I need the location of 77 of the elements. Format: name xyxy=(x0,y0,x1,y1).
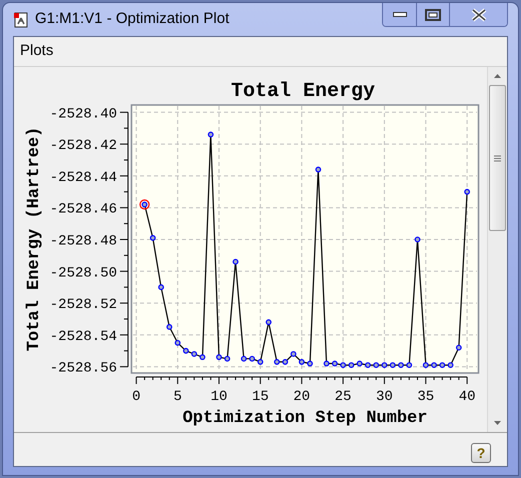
help-button[interactable]: ? xyxy=(471,443,491,463)
data-point xyxy=(191,351,198,357)
axis-tick-label: 15 xyxy=(252,389,269,405)
data-point xyxy=(257,359,264,365)
data-point xyxy=(439,362,446,368)
start-point-ring xyxy=(139,199,150,210)
data-point xyxy=(224,356,230,362)
grip-icon xyxy=(494,154,500,162)
axis-tick-label: 10 xyxy=(210,389,228,405)
data-point xyxy=(382,362,388,368)
axis-tick-label: -2528.42 xyxy=(50,138,117,154)
axis-tick-label: -2528.44 xyxy=(50,170,117,186)
axis-tick-label: -2528.52 xyxy=(50,297,117,314)
axis-tick-label: 25 xyxy=(334,389,352,405)
data-point xyxy=(414,236,420,242)
data-point xyxy=(448,362,454,368)
maximize-button[interactable] xyxy=(417,3,450,26)
axis-tick-label: 5 xyxy=(173,389,182,405)
data-point xyxy=(422,362,429,368)
data-point xyxy=(208,132,214,138)
axis-tick-label: 0 xyxy=(132,389,140,405)
data-point xyxy=(232,258,238,265)
axis-tick-label: -2528.54 xyxy=(50,328,117,345)
data-point xyxy=(240,356,247,362)
data-point xyxy=(249,356,255,362)
axis-tick-label: 20 xyxy=(293,389,310,405)
y-axis-title: Total Energy (Hartree) xyxy=(25,126,44,352)
close-button[interactable] xyxy=(450,3,507,26)
data-point xyxy=(282,359,288,365)
data-point xyxy=(340,362,346,368)
menu-item[interactable]: Plots xyxy=(18,40,56,63)
data-point xyxy=(390,362,396,368)
minimize-button[interactable] xyxy=(383,3,417,26)
axis-tick-label: -2528.40 xyxy=(50,106,117,122)
data-point xyxy=(464,188,470,195)
data-point xyxy=(142,202,148,208)
x-axis-title: Optimization Step Number xyxy=(182,409,428,428)
data-point xyxy=(200,354,206,360)
scrollbar-thumb[interactable] xyxy=(488,85,506,231)
data-point xyxy=(183,348,189,354)
axis-tick-label: 35 xyxy=(417,389,434,405)
axis-tick-label: -2528.48 xyxy=(50,234,117,250)
data-point xyxy=(266,319,272,326)
data-point xyxy=(315,166,322,172)
axis-tick-label: -2528.56 xyxy=(50,360,117,377)
axis-tick-label: 40 xyxy=(458,389,476,405)
data-point xyxy=(373,362,380,368)
scroll-up-icon xyxy=(494,74,500,78)
data-point xyxy=(364,362,371,368)
data-point xyxy=(158,284,164,290)
data-point xyxy=(406,362,412,368)
app-icon xyxy=(13,12,29,28)
data-point xyxy=(298,359,305,365)
data-point xyxy=(398,362,404,368)
window-title: G1:M1:V1 - Optimization Plot xyxy=(35,9,230,30)
data-point xyxy=(324,360,330,366)
axis-tick-label: -2528.50 xyxy=(50,265,117,282)
data-point xyxy=(216,354,222,360)
data-point xyxy=(356,360,362,366)
scroll-down-icon xyxy=(494,421,500,425)
data-point xyxy=(150,235,156,241)
axis-tick-label: 30 xyxy=(376,389,393,405)
chart-title: Total Energy xyxy=(230,80,376,103)
data-point xyxy=(274,359,280,365)
minimize-icon xyxy=(392,12,406,18)
data-point xyxy=(332,360,338,366)
data-point xyxy=(174,340,181,346)
data-point xyxy=(348,362,354,368)
data-point xyxy=(456,344,462,351)
data-point xyxy=(290,351,296,357)
vertical-scrollbar[interactable] xyxy=(487,67,506,432)
axis-tick-label: -2528.46 xyxy=(50,202,117,218)
maximize-icon xyxy=(425,8,441,20)
data-point xyxy=(307,360,313,366)
data-point xyxy=(431,362,437,368)
data-point xyxy=(166,324,172,330)
close-icon xyxy=(470,8,486,22)
